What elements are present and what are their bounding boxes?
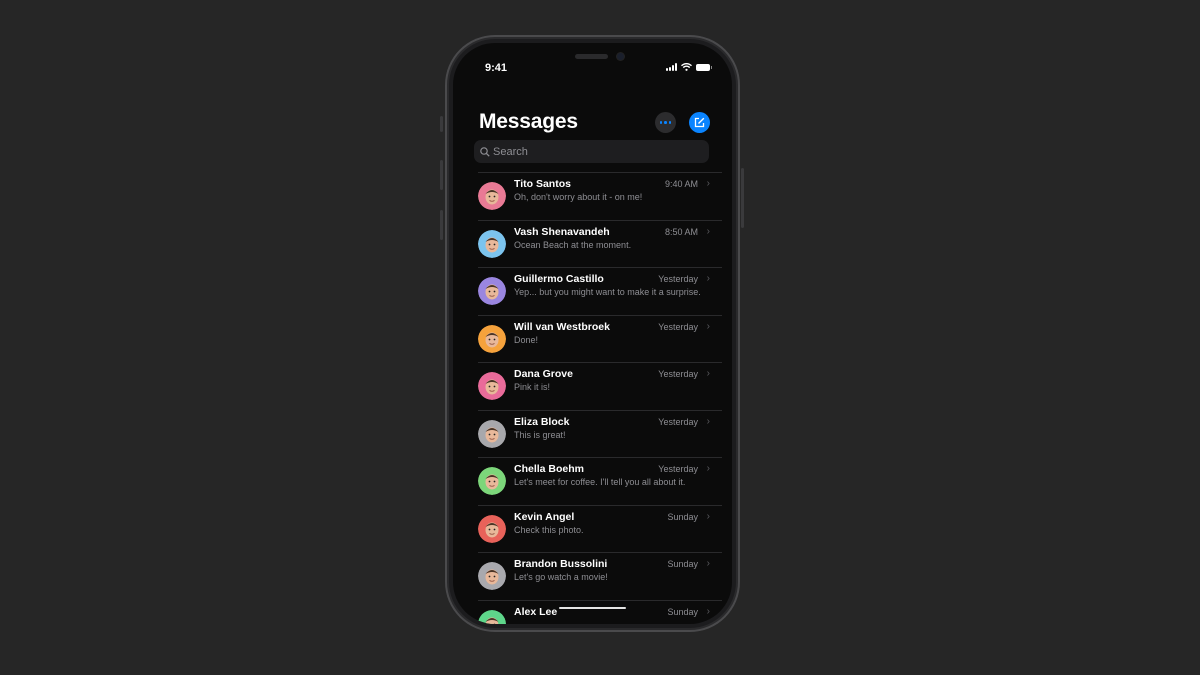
conversation-row[interactable]: Guillermo Castillo Yep... but you might …: [453, 267, 732, 315]
message-preview: Check this photo.: [514, 524, 584, 535]
conversation-row[interactable]: Vash Shenavandeh Ocean Beach at the mome…: [453, 219, 732, 268]
avatar: [478, 324, 506, 353]
avatar: [478, 514, 506, 543]
contact-name: Tito Santos: [514, 178, 571, 190]
message-time: Sunday: [667, 559, 698, 569]
chevron-right-icon: ›: [706, 558, 710, 569]
message-preview: Let's meet for coffee. I'll tell you all…: [514, 477, 686, 487]
power-button: [741, 168, 744, 228]
contact-name: Alex Lee: [514, 605, 558, 618]
conversation-row[interactable]: Kevin Angel Check this photo. Sunday ›: [453, 504, 732, 553]
message-time: Yesterday: [658, 416, 698, 427]
contact-name: Vash Shenavandeh: [514, 225, 610, 238]
contact-name: Guillermo Castillo: [514, 273, 604, 285]
conversation-row[interactable]: Chella Boehm Let's meet for coffee. I'll…: [453, 457, 732, 505]
chevron-right-icon: ›: [706, 415, 710, 427]
search-icon: [480, 146, 490, 157]
contact-name: Dana Grove: [514, 368, 573, 380]
memoji-avatar-icon: [478, 372, 506, 400]
page-title: Messages: [479, 110, 578, 133]
contact-name: Brandon Bussolini: [514, 558, 608, 570]
message-preview: Oh, don't worry about it - on me!: [514, 192, 643, 202]
ellipsis-dot: [664, 121, 667, 124]
memoji-avatar-icon: [478, 277, 506, 305]
contact-name: Kevin Angel: [514, 510, 575, 523]
memoji-avatar-icon: [478, 514, 506, 543]
ellipsis-icon: [659, 121, 663, 124]
home-indicator[interactable]: [559, 607, 626, 609]
conversation-row[interactable]: Tito Santos Oh, don't worry about it - o…: [453, 172, 732, 220]
avatar: [478, 467, 506, 495]
conversation-row[interactable]: Will van Westbroek Done! Yesterday ›: [453, 314, 732, 363]
conversation-row[interactable]: Dana Grove Pink it is! Yesterday ›: [453, 362, 732, 410]
message-preview: Yep... but you might want to make it a s…: [514, 287, 701, 297]
avatar: [478, 372, 506, 400]
chevron-right-icon: ›: [706, 605, 710, 617]
compose-button[interactable]: [689, 112, 710, 133]
conversation-row[interactable]: Alex Lee Sunday ›: [453, 599, 732, 624]
message-time: Yesterday: [658, 464, 698, 474]
memoji-avatar-icon: [478, 324, 506, 353]
more-options-button[interactable]: [655, 112, 676, 133]
chevron-right-icon: ›: [706, 178, 710, 189]
memoji-avatar-icon: [478, 229, 506, 258]
silent-switch: [440, 116, 443, 132]
message-preview: Ocean Beach at the moment.: [514, 239, 632, 250]
conversation-row[interactable]: Brandon Bussolini Let's go watch a movie…: [453, 552, 732, 600]
cellular-signal-icon: [666, 63, 677, 71]
ellipsis-dot: [668, 121, 672, 124]
front-camera: [617, 53, 624, 60]
earpiece-speaker: [575, 54, 608, 59]
conversation-row[interactable]: Eliza Block This is great! Yesterday ›: [453, 409, 732, 458]
chevron-right-icon: ›: [706, 463, 710, 474]
contact-name: Eliza Block: [514, 415, 570, 428]
conversation-list[interactable]: Tito Santos Oh, don't worry about it - o…: [453, 172, 732, 624]
search-field[interactable]: [474, 140, 709, 163]
avatar: [478, 277, 506, 305]
chevron-right-icon: ›: [706, 510, 710, 522]
message-preview: Let's go watch a movie!: [514, 572, 608, 582]
avatar: [478, 562, 506, 590]
chevron-right-icon: ›: [706, 368, 710, 379]
phone-screen: 9:41 Messages Search Tito Santos Oh, don…: [453, 43, 732, 624]
memoji-avatar-icon: [478, 467, 506, 495]
status-time: 9:41: [485, 62, 508, 74]
message-preview: Pink it is!: [514, 382, 551, 392]
message-time: Sunday: [667, 511, 698, 522]
contact-name: Will van Westbroek: [514, 320, 610, 333]
message-time: Yesterday: [658, 321, 698, 332]
wifi-icon: [681, 63, 692, 71]
volume-up-button: [440, 160, 443, 190]
message-time: Yesterday: [658, 274, 698, 284]
avatar: [478, 229, 506, 258]
volume-down-button: [440, 210, 443, 240]
compose-icon: [694, 117, 705, 128]
memoji-avatar-icon: [478, 609, 506, 624]
avatar: [478, 182, 506, 210]
memoji-avatar-icon: [478, 182, 506, 210]
message-time: Sunday: [667, 606, 698, 617]
memoji-avatar-icon: [478, 562, 506, 590]
search-input[interactable]: [493, 145, 693, 158]
chevron-right-icon: ›: [706, 273, 710, 284]
message-time: Yesterday: [658, 369, 698, 379]
memoji-avatar-icon: [478, 419, 506, 448]
chevron-right-icon: ›: [706, 225, 710, 237]
message-time: 8:50 AM: [664, 226, 698, 237]
chevron-right-icon: ›: [706, 320, 710, 332]
avatar: [478, 609, 506, 624]
message-preview: Done!: [514, 334, 539, 345]
contact-name: Chella Boehm: [514, 463, 585, 475]
message-time: 9:40 AM: [664, 179, 698, 189]
avatar: [478, 419, 506, 448]
message-preview: This is great!: [514, 429, 566, 440]
battery-icon: [696, 63, 712, 71]
status-icons: [666, 63, 712, 71]
